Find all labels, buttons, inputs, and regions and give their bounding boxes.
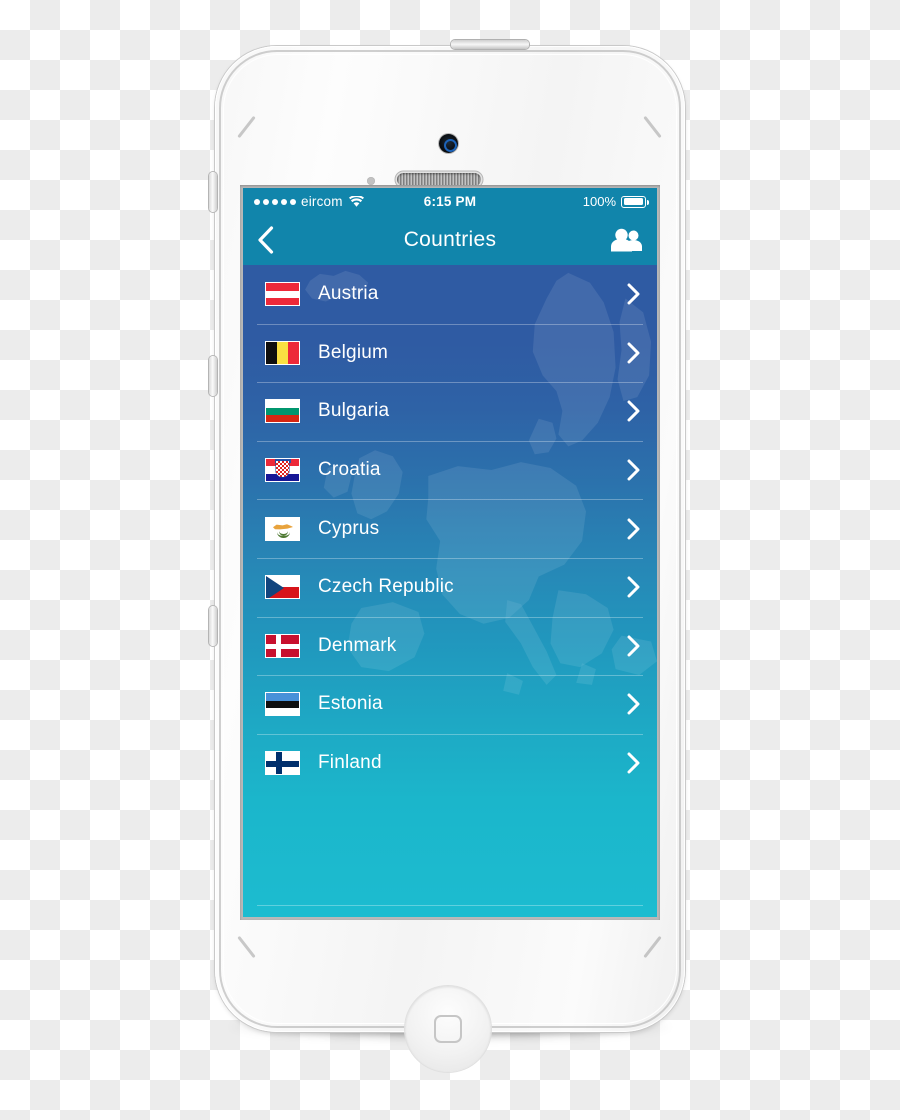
country-name: Bulgaria [318,400,390,422]
chevron-right-icon [627,400,640,422]
navigation-bar: Countries [243,215,657,265]
battery-full-icon [621,195,649,208]
list-item[interactable]: Estonia [243,675,657,734]
flag-czech-republic [265,575,300,600]
volume-up-button[interactable] [209,356,217,396]
volume-down-button[interactable] [209,606,217,646]
chevron-right-icon [627,752,640,774]
chevron-right-icon [627,342,640,364]
home-button-square-icon [434,1015,462,1043]
power-button[interactable] [451,40,529,49]
list-item[interactable]: Finland [243,733,657,793]
list-item[interactable]: Croatia [243,440,657,500]
flag-cyprus [265,516,300,541]
mute-switch[interactable] [209,172,217,212]
country-name: Austria [318,283,379,305]
wifi-icon [348,195,364,207]
status-bar-left: eircom [254,194,364,209]
back-button[interactable] [257,226,291,254]
people-icon [611,228,642,252]
chevron-right-icon [627,576,640,598]
page-title: Countries [403,228,497,251]
flag-estonia [265,692,300,717]
chevron-right-icon [627,283,640,305]
flag-croatia [265,458,300,483]
phone-screen: eircom 6:15 PM 100% Countries Austria Be… [243,188,657,917]
country-name: Estonia [318,693,383,715]
flag-belgium [265,340,300,365]
carrier-label: eircom [301,194,343,209]
chevron-left-icon [258,226,274,254]
flag-bulgaria [265,399,300,424]
chevron-right-icon [627,459,640,481]
list-item[interactable]: Denmark [243,616,657,676]
chevron-right-icon [627,635,640,657]
screen-bezel: eircom 6:15 PM 100% Countries Austria Be… [240,185,660,920]
list-item[interactable]: Austria [243,265,657,324]
list-item[interactable]: Belgium [243,323,657,383]
list-item[interactable]: Cyprus [243,499,657,558]
country-name: Finland [318,752,382,774]
country-name: Czech Republic [318,576,454,598]
home-button[interactable] [405,986,491,1072]
list-item[interactable]: Bulgaria [243,382,657,441]
flag-finland [265,751,300,776]
country-rows: Austria Belgium Bulgaria Croatia Cyprus … [243,265,657,917]
flag-denmark [265,633,300,658]
phone-mockup: eircom 6:15 PM 100% Countries Austria Be… [199,40,701,1072]
flag-austria [265,282,300,307]
proximity-sensor-icon [367,177,375,185]
country-list-area: Austria Belgium Bulgaria Croatia Cyprus … [243,265,657,917]
signal-strength-icon [254,198,296,205]
chevron-right-icon [627,693,640,715]
status-bar: eircom 6:15 PM 100% [243,188,657,215]
battery-percent-label: 100% [582,194,616,209]
country-name: Cyprus [318,517,380,539]
status-bar-right: 100% [582,194,649,209]
country-name: Denmark [318,634,397,656]
list-item[interactable]: Czech Republic [243,557,657,617]
contacts-button[interactable] [611,228,643,252]
country-name: Belgium [318,341,389,363]
front-camera-icon [439,134,458,153]
chevron-right-icon [627,518,640,540]
country-name: Croatia [318,459,381,481]
